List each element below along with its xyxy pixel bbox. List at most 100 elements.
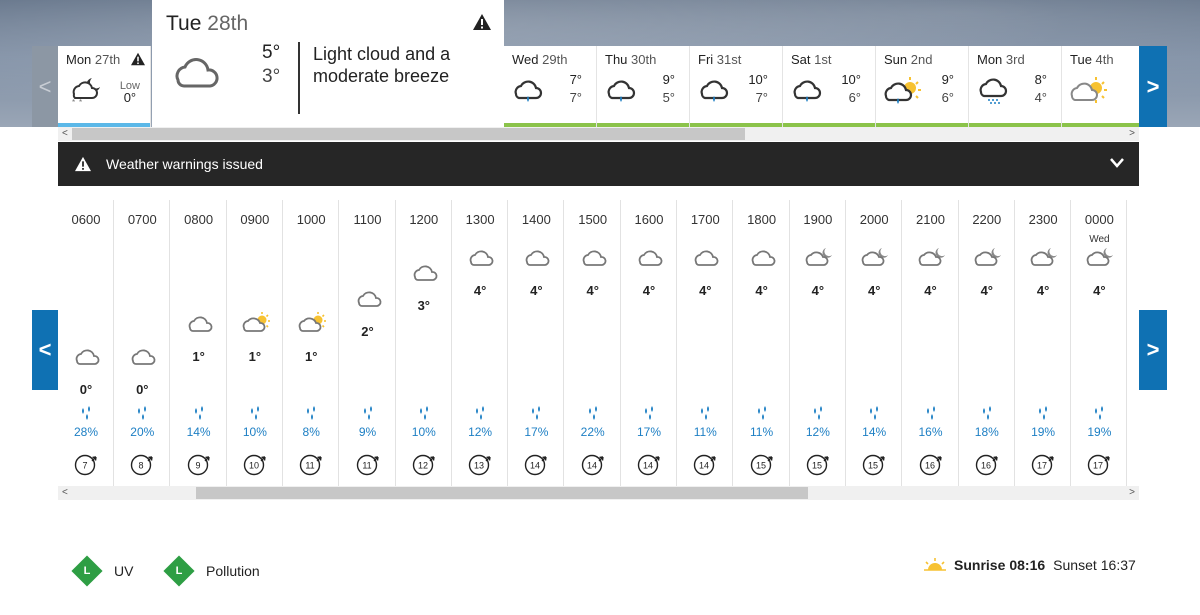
rain-chance: 17% bbox=[508, 406, 564, 439]
divider bbox=[298, 42, 300, 114]
wind-speed: 16 bbox=[981, 461, 991, 471]
wind-speed: 10 bbox=[249, 461, 259, 471]
hour-column-0800[interactable]: 0800 1° 14% 9 bbox=[171, 200, 227, 486]
pollution-legend[interactable]: L Pollution bbox=[163, 555, 260, 587]
cloud-icon bbox=[131, 349, 156, 365]
rain-cloud-icon bbox=[793, 80, 822, 102]
scroll-left-arrow-icon[interactable]: < bbox=[62, 486, 68, 500]
drizzle-cloud-icon bbox=[979, 78, 1008, 104]
hour-column-2200[interactable]: 2200 4° 18% 16 bbox=[959, 200, 1015, 486]
hour-time: 2300 bbox=[1028, 212, 1058, 227]
days-next-button[interactable]: > bbox=[1139, 46, 1167, 127]
rain-chance: 19% bbox=[1071, 406, 1127, 439]
day-name: Fri bbox=[698, 52, 714, 67]
hours-next-button[interactable]: > bbox=[1139, 310, 1167, 390]
hour-temperature: 1° bbox=[248, 349, 262, 364]
selected-day-label: Tue 28th bbox=[166, 12, 248, 36]
scrollbar-thumb[interactable] bbox=[196, 487, 808, 499]
scroll-left-arrow-icon[interactable]: < bbox=[62, 127, 68, 141]
day-tab-mon-3rd[interactable]: Mon 3rd 8° 4° bbox=[969, 46, 1062, 127]
hour-column-1500[interactable]: 1500 4° 22% 14 bbox=[565, 200, 621, 486]
day-date: 27th bbox=[94, 52, 121, 67]
hour-column-1200[interactable]: 1200 3° 10% 12 bbox=[396, 200, 452, 486]
day-date: 4th bbox=[1095, 52, 1114, 67]
raindrops-icon bbox=[82, 406, 90, 420]
scroll-right-arrow-icon[interactable]: > bbox=[1129, 486, 1135, 500]
selected-day-date: 28th bbox=[207, 12, 249, 35]
day-tab-wed-29th[interactable]: Wed 29th 7° 7° bbox=[504, 46, 597, 127]
hour-column-1600[interactable]: 1600 4° 17% 14 bbox=[621, 200, 677, 486]
hours-prev-button[interactable]: < bbox=[32, 310, 58, 390]
rain-percent: 14% bbox=[862, 425, 887, 439]
hour-temperature: 4° bbox=[473, 283, 487, 298]
hour-column-2300[interactable]: 2300 4° 19% 17 bbox=[1015, 200, 1072, 486]
hour-time: 0000 bbox=[1084, 212, 1114, 227]
rain-chance: 17% bbox=[621, 406, 677, 439]
cloud-icon bbox=[638, 250, 663, 266]
rain-percent: 17% bbox=[636, 425, 662, 439]
wind-speed: 8 bbox=[139, 461, 144, 471]
cloud-icon bbox=[526, 250, 550, 266]
hour-time: 1400 bbox=[521, 212, 551, 227]
day-date: 2nd bbox=[910, 52, 933, 67]
hour-column-1300[interactable]: 1300 4° 12% 13 bbox=[452, 200, 509, 486]
day-date: 31st bbox=[716, 52, 742, 67]
raindrops-icon bbox=[813, 406, 822, 420]
day-tab-fri-31st[interactable]: Fri 31st 10° 7° bbox=[690, 46, 783, 127]
scroll-right-arrow-icon[interactable]: > bbox=[1129, 127, 1135, 141]
uv-legend[interactable]: L UV bbox=[71, 555, 133, 587]
raindrops-icon bbox=[250, 406, 259, 420]
hour-column-2000[interactable]: 2000 4° 14% 15 bbox=[846, 200, 903, 486]
warning-icon bbox=[131, 52, 145, 66]
hour-temperature: 0° bbox=[136, 382, 149, 397]
rain-chance: 28% bbox=[58, 406, 114, 439]
hourly-scrollbar[interactable]: < > bbox=[58, 486, 1139, 500]
day-tab-thu-30th[interactable]: Thu 30th 9° 5° bbox=[597, 46, 690, 127]
hour-column-0700[interactable]: 0700 0° 20% 8 bbox=[114, 200, 171, 486]
rain-percent: 10% bbox=[411, 425, 436, 439]
day-label: Fri 31st bbox=[698, 52, 741, 67]
wind-direction-icon: 14 bbox=[581, 454, 604, 476]
day-label: Sat 1st bbox=[791, 52, 831, 67]
day-tab-sat-1st[interactable]: Sat 1st 10° 6° bbox=[783, 46, 876, 127]
wind-direction-icon: 12 bbox=[412, 454, 435, 476]
hour-column-0000[interactable]: 0000 Wed 4° 19% 17 bbox=[1071, 200, 1128, 486]
chevron-left-icon: < bbox=[38, 73, 52, 99]
days-prev-button[interactable]: < bbox=[32, 46, 58, 127]
day-tab-tue-4th[interactable]: Tue 4th 7 2 bbox=[1062, 46, 1139, 127]
day-strip-scrollbar[interactable]: < > bbox=[58, 127, 1139, 141]
rain-chance: 12% bbox=[790, 406, 846, 439]
wind-speed: 14 bbox=[699, 461, 709, 471]
hour-column-1700[interactable]: 1700 4° 11% 14 bbox=[677, 200, 734, 486]
warning-icon[interactable] bbox=[472, 13, 492, 31]
day-name: Wed bbox=[512, 52, 539, 67]
hour-column-1000[interactable]: 1000 1° 8% 11 bbox=[283, 200, 340, 486]
high-temp: 7° bbox=[569, 72, 582, 87]
day-label: Wed 29th bbox=[512, 52, 567, 67]
selected-day-card[interactable]: Tue 28th 5° 3° Light cloud and a moderat… bbox=[152, 0, 504, 127]
rain-percent: 14% bbox=[186, 425, 211, 439]
day-date: 3rd bbox=[1005, 52, 1025, 67]
rain-percent: 18% bbox=[974, 425, 999, 439]
hour-time: 1200 bbox=[409, 212, 439, 227]
hour-column-1400[interactable]: 1400 4° 17% 14 bbox=[508, 200, 565, 486]
wind-direction-icon: 14 bbox=[525, 454, 548, 476]
hour-column-1900[interactable]: 1900 4° 12% 15 bbox=[790, 200, 846, 486]
hour-column-1800[interactable]: 1800 4° 11% 15 bbox=[734, 200, 790, 486]
hour-column-0600[interactable]: 0600 0° 28% 7 bbox=[58, 200, 114, 486]
hour-column-2100[interactable]: 2100 4° 16% 16 bbox=[903, 200, 959, 486]
wind-direction-icon: 17 bbox=[1031, 454, 1054, 476]
chevron-down-icon[interactable] bbox=[1109, 154, 1125, 170]
pollution-label: Pollution bbox=[206, 563, 260, 579]
snow-cloud-night-icon: * * bbox=[72, 78, 100, 106]
weather-warnings-bar[interactable]: Weather warnings issued bbox=[58, 142, 1139, 186]
day-tab-sun-2nd[interactable]: Sun 2nd 9° 6° bbox=[876, 46, 969, 127]
raindrops-icon bbox=[870, 406, 879, 420]
day-tab-mon-27th[interactable]: Mon 27th * * Low 0° bbox=[58, 46, 151, 127]
weather-description: Light cloud and a moderate breeze bbox=[313, 44, 451, 86]
wind-speed: 11 bbox=[306, 461, 315, 471]
wind-speed: 14 bbox=[643, 461, 653, 471]
scrollbar-thumb[interactable] bbox=[72, 128, 745, 140]
hour-column-1100[interactable]: 1100 2° 9% 11 bbox=[340, 200, 396, 486]
hour-column-0900[interactable]: 0900 1° 10% 10 bbox=[227, 200, 283, 486]
